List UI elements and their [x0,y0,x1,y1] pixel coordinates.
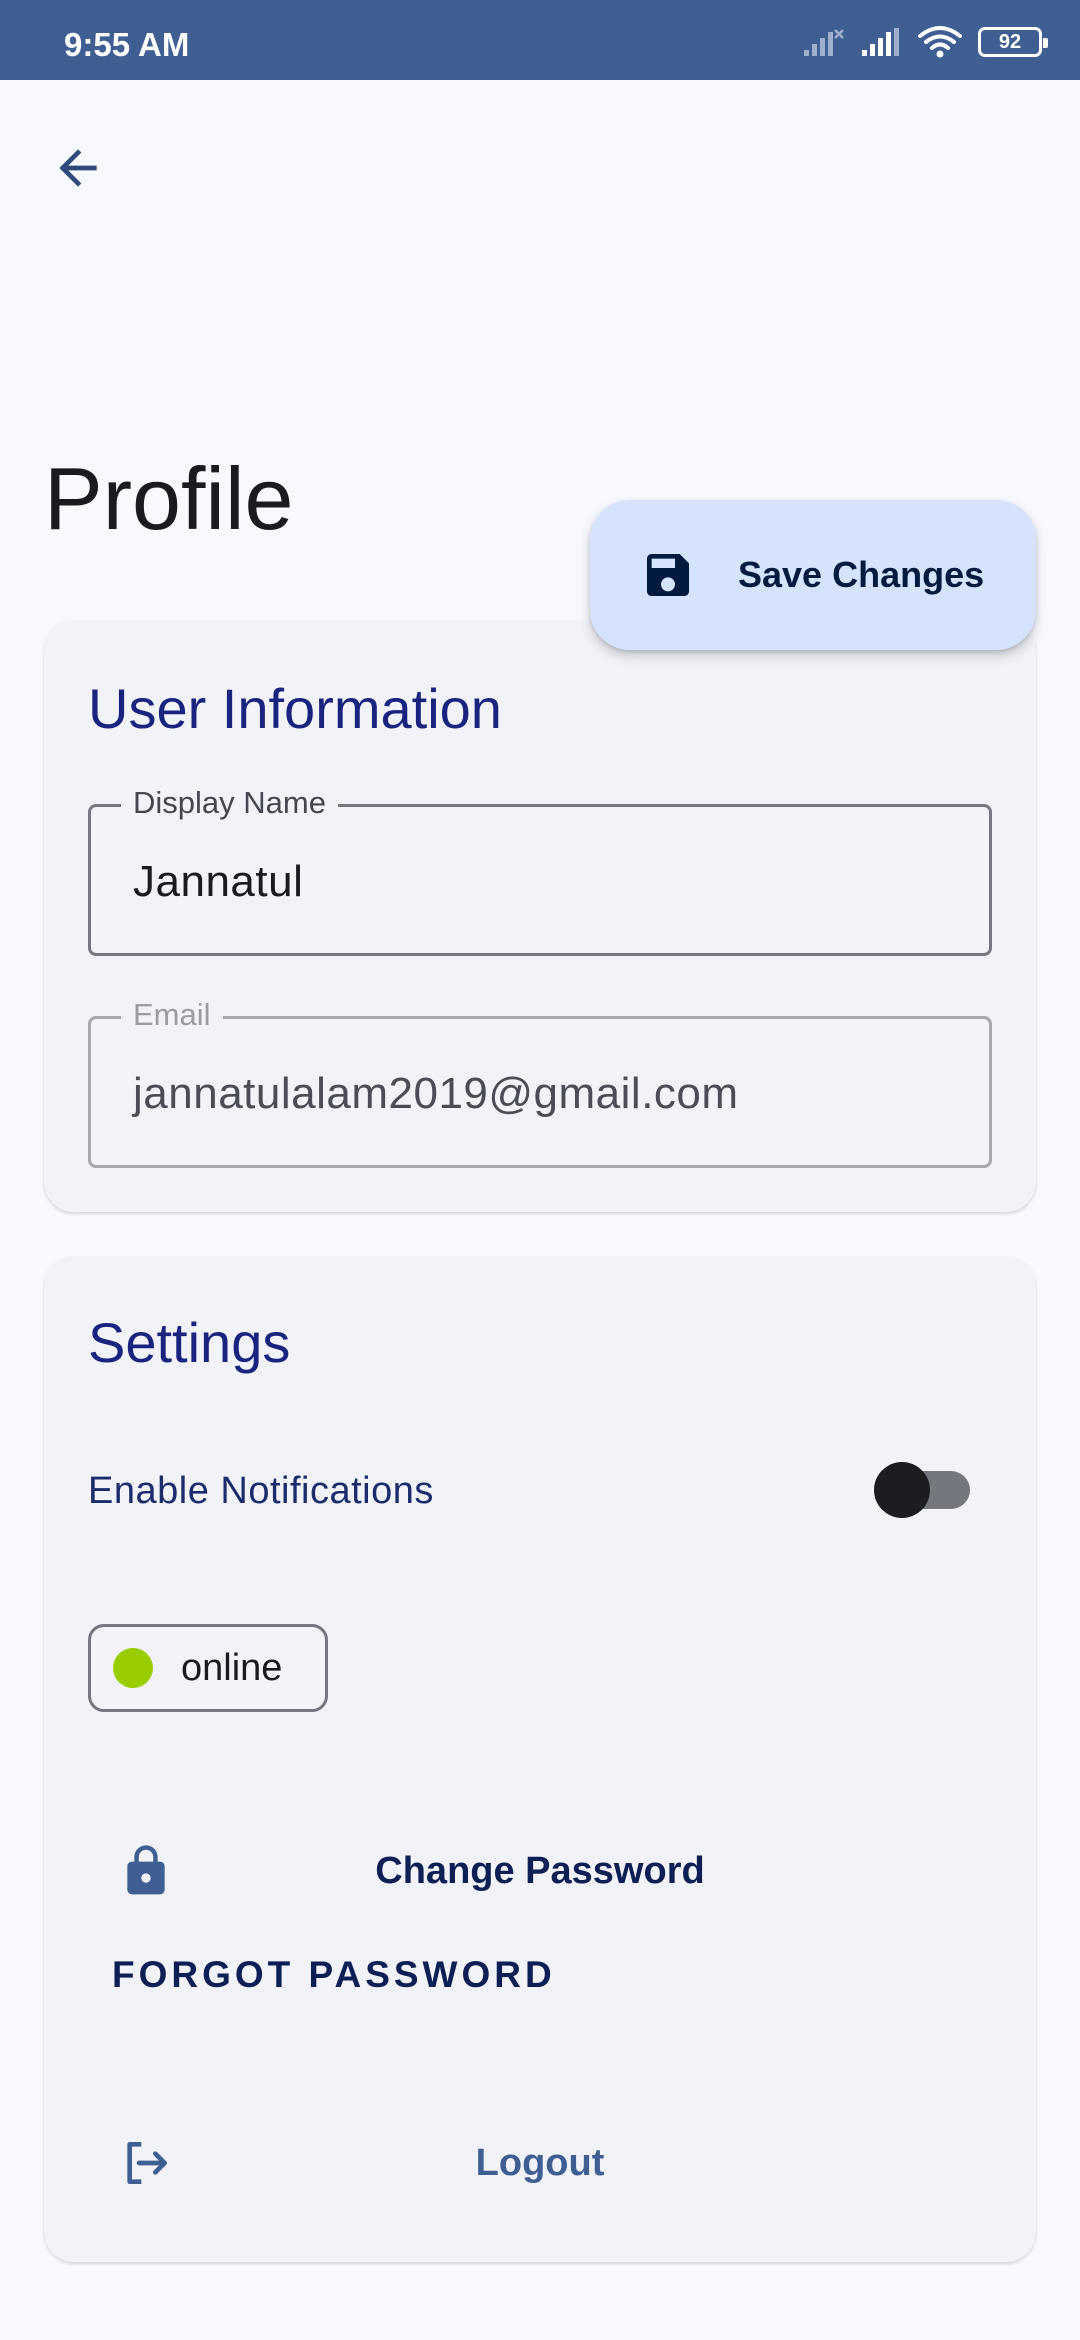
status-bar: 9:55 AM 92 [0,0,1080,80]
signal-icon [862,28,899,56]
user-information-card: User Information Display Name Jannatul E… [44,620,1036,1212]
online-status-chip[interactable]: online [88,1624,328,1712]
settings-card: Settings Enable Notifications online Cha… [44,1256,1036,2262]
logout-label: Logout [475,2142,605,2184]
change-password-button[interactable]: Change Password [88,1816,992,1926]
status-icons: 92 [802,22,1048,62]
profile-screen: 9:55 AM 92 Profile Save Changes User Inf… [0,0,1080,2340]
email-value: jannatulalam2019@gmail.com [133,1069,739,1118]
battery-icon: 92 [978,27,1048,57]
logout-button[interactable]: Logout [88,2108,992,2218]
wifi-icon [918,26,962,58]
arrow-left-icon [59,149,97,187]
online-status-label: online [181,1646,283,1689]
change-password-label: Change Password [375,1850,705,1892]
status-time: 9:55 AM [64,26,190,63]
forgot-password-button[interactable]: FORGOT PASSWORD [112,1954,556,1996]
email-label: Email [121,997,223,1033]
online-status-dot [113,1648,153,1688]
display-name-value[interactable]: Jannatul [133,857,303,907]
user-information-title: User Information [88,677,502,740]
notifications-toggle[interactable] [874,1460,970,1520]
signal-off-icon [804,29,844,56]
back-button[interactable] [40,130,116,206]
save-changes-button[interactable]: Save Changes [590,500,1036,650]
settings-title: Settings [88,1311,291,1374]
display-name-label: Display Name [121,785,338,821]
battery-level: 92 [998,30,1022,53]
notifications-label: Enable Notifications [88,1470,434,1512]
display-name-field[interactable]: Display Name Jannatul [88,785,992,956]
email-field: Email jannatulalam2019@gmail.com [88,997,992,1168]
page-title: Profile [44,449,294,548]
save-changes-label: Save Changes [738,554,985,595]
save-icon [647,554,689,596]
toggle-thumb [874,1462,930,1518]
